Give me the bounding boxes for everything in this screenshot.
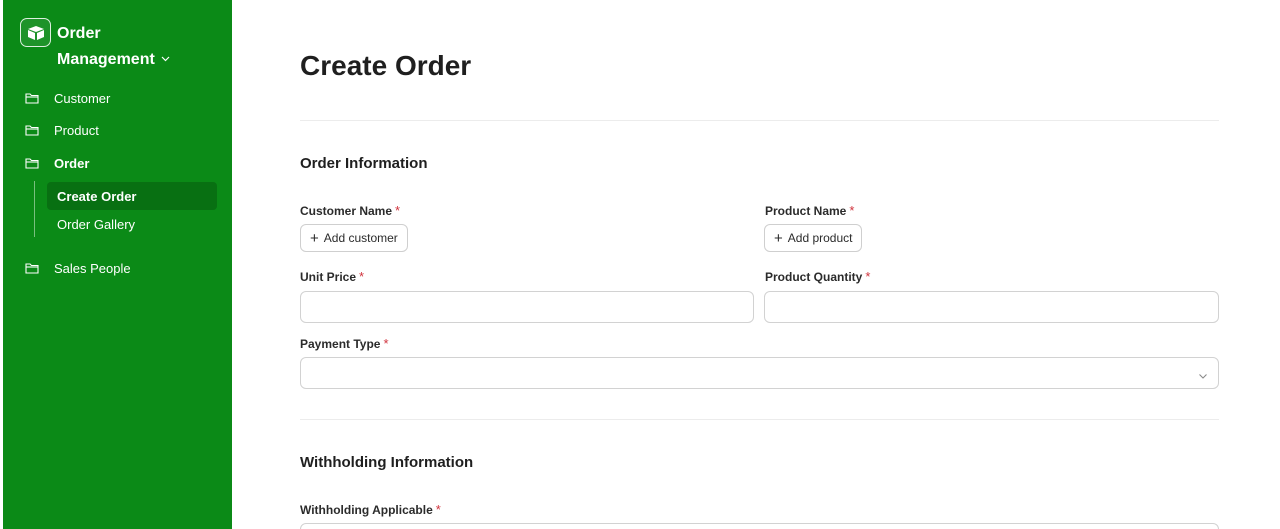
withholding-applicable-select[interactable] [300,523,1219,529]
payment-type-label: Payment Type * [300,336,389,351]
required-marker: * [849,203,855,218]
product-name-label-text: Product Name [765,204,847,218]
unit-price-label: Unit Price * [300,269,364,284]
payment-type-select[interactable] [300,357,1219,389]
customer-name-label-text: Customer Name [300,204,393,218]
unit-price-label-text: Unit Price [300,270,357,284]
required-marker: * [395,203,401,218]
divider [300,120,1219,121]
sidebar-item-order[interactable]: Order [25,152,89,174]
plus-icon: + [774,229,783,247]
add-customer-button[interactable]: + Add customer [300,224,408,252]
plus-icon: + [310,229,319,247]
chevron-down-icon [1198,368,1208,386]
product-quantity-label-text: Product Quantity [765,270,863,284]
payment-type-label-text: Payment Type [300,337,381,351]
sidebar-subitem-order-gallery[interactable]: Order Gallery [47,210,217,238]
app-title[interactable]: Order Management [57,22,197,72]
product-quantity-label: Product Quantity * [765,269,870,284]
sidebar-subitem-label: Create Order [57,188,137,204]
folder-icon [25,93,39,104]
folder-icon [25,158,39,169]
app-switcher[interactable]: Order Management [20,18,170,68]
customer-name-label: Customer Name * [300,203,400,218]
divider [300,419,1219,420]
sidebar-item-product[interactable]: Product [25,119,99,141]
add-product-button[interactable]: + Add product [764,224,863,252]
sidebar-item-label: Product [54,122,99,138]
sidebar-item-label: Customer [54,90,111,106]
box-logo-icon [20,18,51,47]
sidebar-item-customer[interactable]: Customer [25,87,110,109]
add-customer-label: Add customer [323,231,398,245]
folder-icon [25,263,39,274]
folder-icon [25,125,39,136]
sidebar-item-label: Order [54,155,90,171]
app-title-text: Order Management [57,25,155,68]
subnav-guide-line [34,181,35,237]
required-marker: * [435,502,441,517]
withholding-applicable-label-text: Withholding Applicable [300,503,433,517]
sidebar-subitem-label: Order Gallery [57,216,136,232]
required-marker: * [865,269,871,284]
sidebar: Order Management Customer Product Order … [0,0,232,529]
product-quantity-input[interactable] [764,291,1219,323]
product-name-label: Product Name * [765,203,854,218]
required-marker: * [383,336,389,351]
chevron-down-icon [161,46,170,70]
unit-price-input[interactable] [300,291,754,323]
sidebar-subitem-create-order[interactable]: Create Order [47,182,217,210]
section-title-order-information: Order Information [300,155,428,172]
withholding-applicable-label: Withholding Applicable * [300,502,441,517]
sidebar-item-sales-people[interactable]: Sales People [25,257,131,279]
app-window: Order Management Customer Product Order … [0,0,1280,529]
add-product-label: Add product [787,231,853,245]
required-marker: * [359,269,365,284]
page-title: Create Order [300,50,472,81]
section-title-withholding-information: Withholding Information [300,454,474,471]
sidebar-item-label: Sales People [54,260,131,276]
